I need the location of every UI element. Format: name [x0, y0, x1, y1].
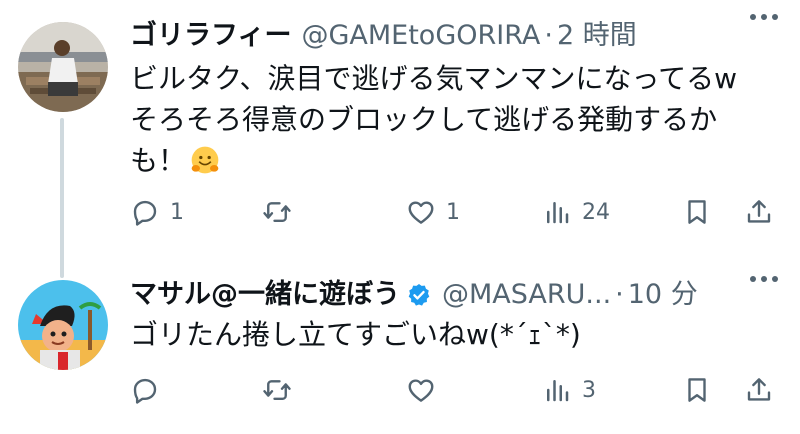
- timestamp[interactable]: 10 分: [628, 277, 698, 313]
- action-bar: 3: [130, 370, 780, 410]
- author-handle[interactable]: @GAMEtoGORIRA: [301, 18, 540, 54]
- author-name[interactable]: マサル@一緒に遊ぼう: [130, 277, 400, 313]
- like-count: 1: [446, 199, 460, 225]
- views-button[interactable]: 24: [542, 192, 610, 232]
- separator-dot: ·: [544, 20, 553, 51]
- share-icon: [747, 378, 771, 401]
- bookmark-icon: [688, 378, 706, 402]
- reply-count: 1: [170, 199, 184, 225]
- verified-badge-icon: [408, 283, 430, 306]
- share-button[interactable]: [744, 370, 774, 410]
- more-options-icon[interactable]: [750, 276, 778, 282]
- avatar[interactable]: [18, 280, 108, 370]
- tweet[interactable]: マサル@一緒に遊ぼう @MASARU... · 10 分 ゴリたん捲し立てすごい…: [0, 262, 800, 434]
- tweet-header: マサル@一緒に遊ぼう @MASARU... · 10 分: [130, 277, 780, 313]
- tweet-text: ゴリたん捲し立てすごいねw(*´ｪ`*): [130, 318, 581, 351]
- reply-button[interactable]: [130, 370, 170, 410]
- bookmark-button[interactable]: [682, 370, 712, 410]
- like-button[interactable]: 1: [406, 192, 460, 232]
- thread-connector-line: [60, 118, 64, 278]
- author-name[interactable]: ゴリラフィー: [130, 18, 291, 54]
- tweet-text-content: ビルタク、涙目で逃げる気マンマンになってるw そろそろ得意のブロックして逃げる発…: [130, 62, 737, 177]
- reply-button[interactable]: 1: [130, 192, 184, 232]
- hugging-face-emoji: [191, 146, 219, 174]
- retweet-button[interactable]: [262, 370, 302, 410]
- tweet[interactable]: ゴリラフィー @GAMEtoGORIRA · 2 時間 ビルタク、涙目で逃げる気…: [0, 0, 800, 278]
- view-count: 3: [582, 377, 596, 403]
- share-icon: [747, 200, 771, 223]
- retweet-icon: [263, 202, 291, 222]
- separator-dot: ·: [615, 279, 624, 310]
- views-button[interactable]: 3: [542, 370, 596, 410]
- more-options-icon[interactable]: [750, 14, 778, 20]
- views-chart-icon: [547, 202, 569, 224]
- tweet-header: ゴリラフィー @GAMEtoGORIRA · 2 時間: [130, 18, 780, 54]
- tweet-text: ビルタク、涙目で逃げる気マンマンになってるw そろそろ得意のブロックして逃げる発…: [130, 58, 760, 181]
- share-button[interactable]: [744, 192, 774, 232]
- view-count: 24: [582, 199, 610, 225]
- like-button[interactable]: [406, 370, 446, 410]
- reply-icon: [133, 378, 157, 404]
- views-chart-icon: [547, 380, 569, 402]
- avatar[interactable]: [18, 22, 108, 112]
- bookmark-button[interactable]: [682, 192, 712, 232]
- timestamp[interactable]: 2 時間: [557, 18, 637, 54]
- bookmark-icon: [688, 200, 706, 224]
- retweet-icon: [263, 380, 291, 400]
- reply-icon: [133, 200, 157, 226]
- action-bar: 1 1 24: [130, 192, 780, 232]
- retweet-button[interactable]: [262, 192, 302, 232]
- heart-icon: [408, 379, 434, 402]
- heart-icon: [408, 201, 434, 224]
- author-handle[interactable]: @MASARU...: [442, 277, 611, 313]
